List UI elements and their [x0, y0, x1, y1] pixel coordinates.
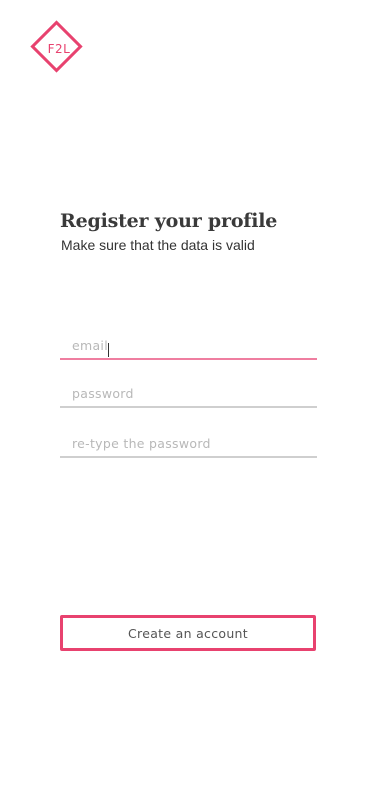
create-account-button[interactable]: Create an account	[60, 615, 316, 651]
text-caret	[108, 343, 109, 357]
retype-password-field[interactable]	[60, 432, 317, 458]
page-subtitle: Make sure that the data is valid	[61, 237, 255, 253]
email-field[interactable]	[60, 334, 317, 360]
password-field[interactable]	[60, 382, 317, 408]
app-logo: F2L	[30, 20, 88, 78]
page-title: Register your profile	[60, 210, 278, 232]
logo-text: F2L	[47, 42, 71, 56]
